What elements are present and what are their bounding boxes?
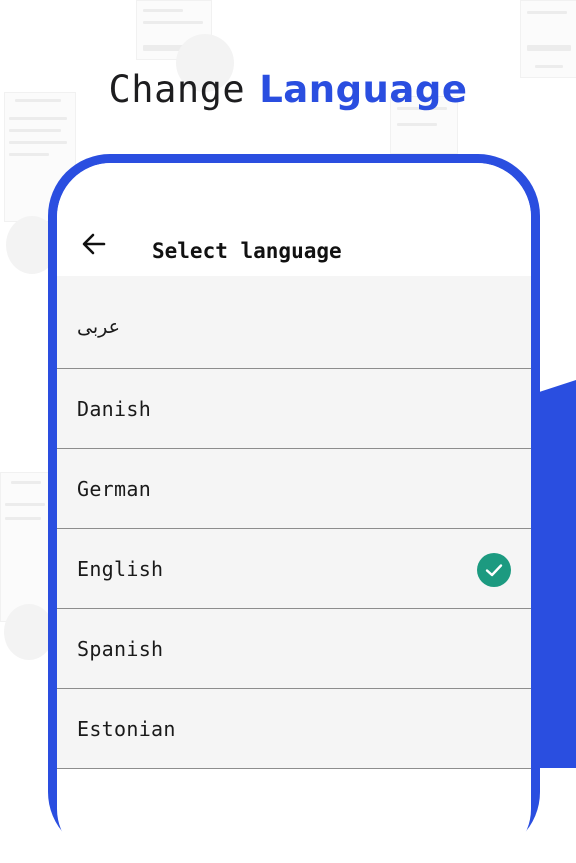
- app-bar: Select language: [57, 163, 531, 276]
- language-label: Estonian: [77, 716, 176, 741]
- background-blob: [4, 604, 54, 660]
- phone-frame: Select language عربى Danish German Engli…: [48, 154, 540, 863]
- page-headline: Change Language: [0, 68, 576, 111]
- language-label: German: [77, 476, 152, 501]
- language-option[interactable]: Estonian: [57, 689, 531, 769]
- check-circle-icon: [477, 553, 511, 587]
- headline-accent-text: Language: [259, 68, 468, 111]
- arrow-left-icon: [82, 233, 106, 255]
- phone-screen: Select language عربى Danish German Engli…: [57, 163, 531, 863]
- language-option[interactable]: عربى: [57, 276, 531, 369]
- language-option-selected[interactable]: English: [57, 529, 531, 609]
- screen-title: Select language: [152, 239, 342, 263]
- language-label: عربى: [77, 316, 120, 338]
- background-receipt: [520, 0, 576, 78]
- back-button[interactable]: [79, 229, 109, 259]
- background-receipt: [0, 472, 50, 622]
- language-option[interactable]: Danish: [57, 369, 531, 449]
- language-label: Danish: [77, 396, 152, 421]
- language-option[interactable]: German: [57, 449, 531, 529]
- language-label: Spanish: [77, 636, 164, 661]
- language-label: English: [77, 556, 164, 581]
- headline-text: Change: [108, 68, 246, 111]
- language-option[interactable]: Spanish: [57, 609, 531, 689]
- language-list: عربى Danish German English Spanish Eston…: [57, 276, 531, 769]
